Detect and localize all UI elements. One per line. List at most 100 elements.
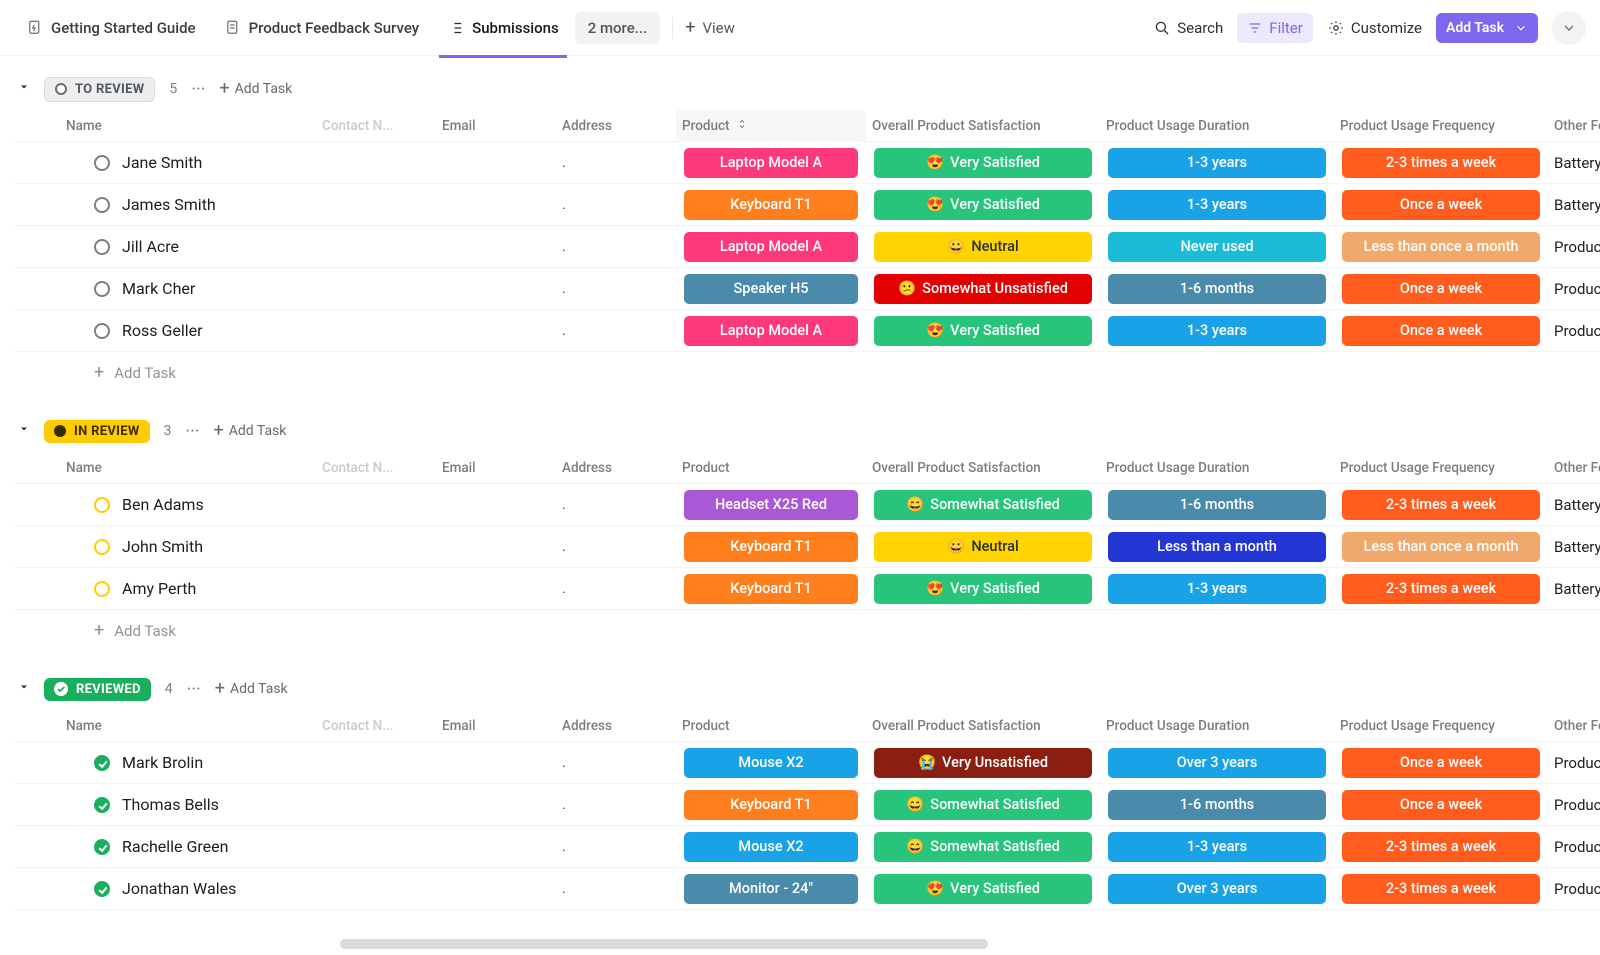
feedback-cell[interactable]: Battery lasts ... (1548, 538, 1600, 556)
satisfaction-cell[interactable]: 😍Very Satisfied (866, 316, 1100, 346)
feedback-cell[interactable]: Battery lasts ... (1548, 196, 1600, 214)
satisfaction-cell[interactable]: 😍Very Satisfied (866, 190, 1100, 220)
pill[interactable]: 2-3 times a week (1342, 574, 1540, 604)
pill[interactable]: Laptop Model A (684, 232, 858, 262)
status-ring-icon[interactable] (94, 239, 110, 255)
satisfaction-cell[interactable]: 😀Neutral (866, 232, 1100, 262)
group-add-task[interactable]: +Add Task (219, 80, 292, 98)
pill[interactable]: Less than once a month (1342, 532, 1540, 562)
frequency-cell[interactable]: Once a week (1334, 748, 1548, 778)
col-feedback[interactable]: Other Feedbac (1548, 118, 1600, 134)
product-cell[interactable]: Mouse X2 (676, 832, 866, 862)
pill[interactable]: Keyboard T1 (684, 790, 858, 820)
name-cell[interactable]: Ross Geller (60, 321, 316, 340)
pill[interactable]: Less than a month (1108, 532, 1326, 562)
pill[interactable]: 1-3 years (1108, 190, 1326, 220)
address-cell[interactable]: . (556, 155, 676, 171)
col-address[interactable]: Address (556, 460, 676, 476)
col-name[interactable]: Name (60, 718, 316, 734)
frequency-cell[interactable]: 2-3 times a week (1334, 148, 1548, 178)
product-cell[interactable]: Laptop Model A (676, 316, 866, 346)
name-cell[interactable]: John Smith (60, 537, 316, 556)
status-ring-icon[interactable] (94, 755, 110, 771)
table-row[interactable]: Amy Perth.Keyboard T1😍Very Satisfied1-3 … (14, 568, 1600, 610)
feedback-cell[interactable]: Product is wor... (1548, 754, 1600, 772)
pill[interactable]: 1-3 years (1108, 832, 1326, 862)
col-duration[interactable]: Product Usage Duration (1100, 718, 1334, 734)
col-feedback[interactable]: Other Feedbac (1548, 460, 1600, 476)
col-address[interactable]: Address (556, 118, 676, 134)
col-product[interactable]: Product (676, 460, 866, 476)
table-row[interactable]: Jonathan Wales.Monitor - 24"😍Very Satisf… (14, 868, 1600, 910)
status-chip[interactable]: REVIEWED (44, 678, 151, 701)
pill[interactable]: 😭Very Unsatisfied (874, 748, 1092, 778)
pill[interactable]: 1-3 years (1108, 574, 1326, 604)
satisfaction-cell[interactable]: 😀Neutral (866, 532, 1100, 562)
pill[interactable]: 1-6 months (1108, 790, 1326, 820)
name-cell[interactable]: James Smith (60, 195, 316, 214)
pill[interactable]: Once a week (1342, 316, 1540, 346)
feedback-cell[interactable]: Battery lasts ... (1548, 154, 1600, 172)
pill[interactable]: 😄Somewhat Satisfied (874, 832, 1092, 862)
duration-cell[interactable]: 1-6 months (1100, 490, 1334, 520)
feedback-cell[interactable]: Product is wor... (1548, 796, 1600, 814)
product-cell[interactable]: Keyboard T1 (676, 790, 866, 820)
pill[interactable]: 😀Neutral (874, 232, 1092, 262)
pill[interactable]: 1-3 years (1108, 148, 1326, 178)
pill[interactable]: Over 3 years (1108, 748, 1326, 778)
pill[interactable]: 😍Very Satisfied (874, 316, 1092, 346)
pill[interactable]: Keyboard T1 (684, 574, 858, 604)
pill[interactable]: Headset X25 Red (684, 490, 858, 520)
product-cell[interactable]: Keyboard T1 (676, 532, 866, 562)
group-menu[interactable]: ··· (191, 79, 205, 100)
pill[interactable]: 😕Somewhat Unsatisfied (874, 274, 1092, 304)
frequency-cell[interactable]: Once a week (1334, 190, 1548, 220)
feedback-cell[interactable]: Product is wor... (1548, 238, 1600, 256)
add-task-row[interactable]: +Add Task (14, 610, 1600, 652)
address-cell[interactable]: . (556, 323, 676, 339)
pill[interactable]: 😍Very Satisfied (874, 574, 1092, 604)
address-cell[interactable]: . (556, 539, 676, 555)
col-satisfaction[interactable]: Overall Product Satisfaction (866, 460, 1100, 476)
col-duration[interactable]: Product Usage Duration (1100, 118, 1334, 134)
product-cell[interactable]: Mouse X2 (676, 748, 866, 778)
tabs-more[interactable]: 2 more... (575, 12, 661, 44)
product-cell[interactable]: Keyboard T1 (676, 574, 866, 604)
table-row[interactable]: Mark Brolin.Mouse X2😭Very UnsatisfiedOve… (14, 742, 1600, 784)
duration-cell[interactable]: Never used (1100, 232, 1334, 262)
pill[interactable]: Keyboard T1 (684, 190, 858, 220)
col-address[interactable]: Address (556, 718, 676, 734)
status-chip[interactable]: TO REVIEW (44, 77, 155, 102)
address-cell[interactable]: . (556, 239, 676, 255)
pill[interactable]: 😄Somewhat Satisfied (874, 490, 1092, 520)
pill[interactable]: 😍Very Satisfied (874, 190, 1092, 220)
duration-cell[interactable]: 1-3 years (1100, 148, 1334, 178)
overflow-menu[interactable] (1552, 11, 1586, 45)
name-cell[interactable]: Jill Acre (60, 237, 316, 256)
search[interactable]: Search (1153, 19, 1223, 37)
duration-cell[interactable]: Over 3 years (1100, 748, 1334, 778)
col-name[interactable]: Name (60, 460, 316, 476)
status-chip[interactable]: IN REVIEW (44, 420, 150, 443)
table-row[interactable]: John Smith.Keyboard T1😀Neutral Less than … (14, 526, 1600, 568)
pill[interactable]: Over 3 years (1108, 874, 1326, 904)
tab-getting-started[interactable]: Getting Started Guide (14, 11, 208, 45)
frequency-cell[interactable]: Once a week (1334, 316, 1548, 346)
pill[interactable]: 😍Very Satisfied (874, 148, 1092, 178)
address-cell[interactable]: . (556, 197, 676, 213)
name-cell[interactable]: Rachelle Green (60, 837, 316, 856)
status-ring-icon[interactable] (94, 539, 110, 555)
satisfaction-cell[interactable]: 😍Very Satisfied (866, 874, 1100, 904)
pill[interactable]: 😄Somewhat Satisfied (874, 790, 1092, 820)
duration-cell[interactable]: 1-3 years (1100, 832, 1334, 862)
frequency-cell[interactable]: Less than once a month (1334, 532, 1548, 562)
name-cell[interactable]: Thomas Bells (60, 795, 316, 814)
pill[interactable]: Once a week (1342, 190, 1540, 220)
col-satisfaction[interactable]: Overall Product Satisfaction (866, 118, 1100, 134)
status-ring-icon[interactable] (94, 839, 110, 855)
address-cell[interactable]: . (556, 881, 676, 897)
duration-cell[interactable]: 1-6 months (1100, 274, 1334, 304)
duration-cell[interactable]: 1-3 years (1100, 316, 1334, 346)
collapse-icon[interactable] (18, 81, 30, 97)
status-ring-icon[interactable] (94, 155, 110, 171)
